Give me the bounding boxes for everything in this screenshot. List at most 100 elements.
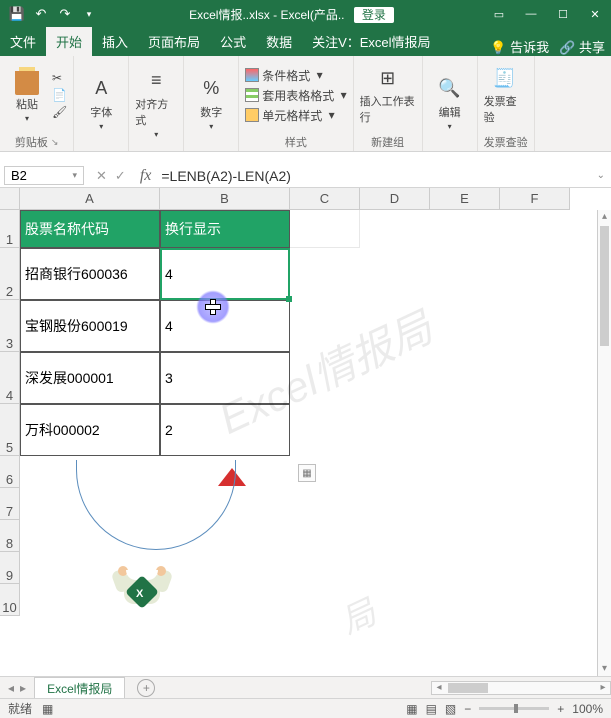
copy-icon[interactable]: 📄 (52, 88, 67, 102)
scrollbar-thumb[interactable] (600, 226, 609, 346)
cell-A1[interactable]: 股票名称代码 (20, 210, 160, 248)
invoice-icon: 🧾 (492, 65, 518, 91)
ribbon-options-icon[interactable]: ▭ (483, 0, 515, 28)
cell-A5[interactable]: 万科000002 (20, 404, 160, 456)
zoom-in-icon[interactable]: + (557, 702, 564, 716)
minimize-icon[interactable]: — (515, 0, 547, 28)
percent-icon: % (198, 76, 224, 102)
invoice-button[interactable]: 🧾发票查验 (484, 65, 526, 125)
formula-input[interactable]: =LENB(A2)-LEN(A2) (157, 168, 590, 184)
group-styles: 条件格式 ▾ 套用表格格式 ▾ 单元格样式 ▾ 样式 (239, 56, 353, 151)
vertical-scrollbar[interactable]: ▴ ▾ (597, 210, 611, 676)
column-headers[interactable]: A B C D E F (20, 188, 611, 210)
cell-A3[interactable]: 宝钢股份600019 (20, 300, 160, 352)
cell-A4[interactable]: 深发展000001 (20, 352, 160, 404)
window-title: Excel情报..xlsx - Excel(产品.. 登录 (106, 6, 483, 23)
tab-data[interactable]: 数据 (256, 27, 302, 56)
formula-bar: B2▾ ✕ ✓ fx =LENB(A2)-LEN(A2) ⌄ (0, 164, 611, 188)
worksheet[interactable]: 1 2 3 4 5 6 7 8 9 10 A B C D E F 股票名称代码 … (0, 188, 611, 676)
align-button[interactable]: ≡对齐方式▾ (135, 68, 177, 139)
sheet-tabs-bar: ◂ ▸ Excel情报局 + ◂ ▸ (0, 676, 611, 698)
cell-B4[interactable]: 3 (160, 352, 290, 404)
scroll-up-icon[interactable]: ▴ (598, 210, 611, 224)
cut-icon[interactable]: ✂ (52, 71, 67, 85)
qat-more-icon[interactable]: ▾ (80, 5, 98, 23)
paste-icon (15, 67, 39, 95)
save-icon[interactable]: 💾 (8, 5, 26, 23)
curved-arrow-icon (76, 460, 236, 550)
number-button[interactable]: %数字▾ (190, 76, 232, 131)
group-edit: 🔍编辑▾ (423, 56, 478, 151)
tab-home[interactable]: 开始 (46, 27, 92, 56)
cell-B1[interactable]: 换行显示 (160, 210, 290, 248)
sheet-nav-next-icon[interactable]: ▸ (20, 681, 26, 695)
cell-B2[interactable]: 4 (160, 248, 290, 300)
status-bar: 就绪 ▦ ▦ ▤ ▧ − + 100% (0, 698, 611, 718)
maximize-icon[interactable]: ☐ (547, 0, 579, 28)
tab-formulas[interactable]: 公式 (210, 27, 256, 56)
group-clipboard: 粘贴 ▾ ✂ 📄 🖌 剪贴板↘ (0, 56, 74, 151)
name-box[interactable]: B2▾ (4, 166, 84, 185)
chevron-down-icon[interactable]: ▾ (25, 114, 29, 123)
chevron-down-icon[interactable]: ▾ (72, 170, 77, 181)
expand-formula-icon[interactable]: ⌄ (591, 170, 611, 181)
paste-button[interactable]: 粘贴 ▾ (6, 68, 48, 123)
ribbon-tabs: 文件 开始 插入 页面布局 公式 数据 关注V：Excel情报局 💡 告诉我 🔗… (0, 28, 611, 56)
font-button[interactable]: A字体▾ (80, 76, 122, 131)
align-icon: ≡ (143, 68, 169, 94)
tab-insert[interactable]: 插入 (92, 27, 138, 56)
close-icon[interactable]: ✕ (579, 0, 611, 28)
cell-A2[interactable]: 招商银行600036 (20, 248, 160, 300)
group-newgroup: ⊞插入工作表行 新建组 (354, 56, 423, 151)
zoom-level[interactable]: 100% (572, 702, 603, 716)
title-bar: 💾 ↶ ↷ ▾ Excel情报..xlsx - Excel(产品.. 登录 ▭ … (0, 0, 611, 28)
group-number: %数字▾ (184, 56, 239, 151)
redo-icon[interactable]: ↷ (56, 5, 74, 23)
zoom-out-icon[interactable]: − (464, 702, 471, 716)
sheet-tab[interactable]: Excel情报局 (34, 677, 125, 699)
table-format-button[interactable]: 套用表格格式 ▾ (245, 87, 346, 104)
tellme-icon[interactable]: 💡 告诉我 (490, 37, 549, 56)
edit-button[interactable]: 🔍编辑▾ (429, 76, 471, 131)
font-icon: A (88, 76, 114, 102)
share-button[interactable]: 🔗 共享 (559, 37, 605, 56)
horizontal-scrollbar[interactable]: ◂ ▸ (431, 681, 611, 695)
login-button[interactable]: 登录 (354, 7, 394, 23)
cell-B3[interactable]: 4 (160, 300, 290, 352)
autofill-options-icon[interactable]: ▦ (298, 464, 316, 482)
cell-styles-button[interactable]: 单元格样式 ▾ (245, 107, 346, 124)
scroll-right-icon[interactable]: ▸ (596, 682, 610, 693)
view-pagebreak-icon[interactable]: ▧ (445, 702, 456, 716)
new-sheet-icon[interactable]: + (137, 679, 155, 697)
insert-row-icon: ⊞ (375, 65, 401, 91)
row-headers[interactable]: 1 2 3 4 5 6 7 8 9 10 (0, 210, 20, 616)
ribbon: 粘贴 ▾ ✂ 📄 🖌 剪贴板↘ A字体▾ ≡对齐方式▾ %数字▾ 条件格式 ▾ … (0, 56, 611, 152)
scroll-left-icon[interactable]: ◂ (432, 682, 446, 693)
format-painter-icon[interactable]: 🖌 (52, 105, 67, 119)
scroll-down-icon[interactable]: ▾ (598, 662, 611, 676)
search-icon: 🔍 (437, 76, 463, 102)
status-ready: 就绪 (8, 700, 32, 717)
cell-B5[interactable]: 2 (160, 404, 290, 456)
select-all-corner[interactable] (0, 188, 20, 210)
zoom-slider[interactable] (479, 707, 549, 710)
undo-icon[interactable]: ↶ (32, 5, 50, 23)
tab-layout[interactable]: 页面布局 (138, 27, 210, 56)
watermark: 局 (331, 585, 383, 644)
macro-record-icon[interactable]: ▦ (42, 702, 53, 716)
dialog-launcher-icon[interactable]: ↘ (51, 137, 59, 148)
tab-file[interactable]: 文件 (0, 27, 46, 56)
insert-row-button[interactable]: ⊞插入工作表行 (360, 65, 416, 125)
group-align: ≡对齐方式▾ (129, 56, 184, 151)
conditional-format-icon (245, 68, 259, 82)
conditional-format-button[interactable]: 条件格式 ▾ (245, 67, 346, 84)
confirm-formula-icon[interactable]: ✓ (115, 168, 126, 184)
group-invoice: 🧾发票查验 发票查验 (478, 56, 535, 151)
tab-follow[interactable]: 关注V：Excel情报局 (302, 27, 440, 56)
view-pagelayout-icon[interactable]: ▤ (426, 702, 437, 716)
fx-icon[interactable]: fx (134, 167, 158, 185)
sheet-nav-prev-icon[interactable]: ◂ (8, 681, 14, 695)
view-normal-icon[interactable]: ▦ (406, 702, 417, 716)
cancel-formula-icon[interactable]: ✕ (96, 168, 107, 184)
scrollbar-thumb[interactable] (448, 683, 488, 693)
